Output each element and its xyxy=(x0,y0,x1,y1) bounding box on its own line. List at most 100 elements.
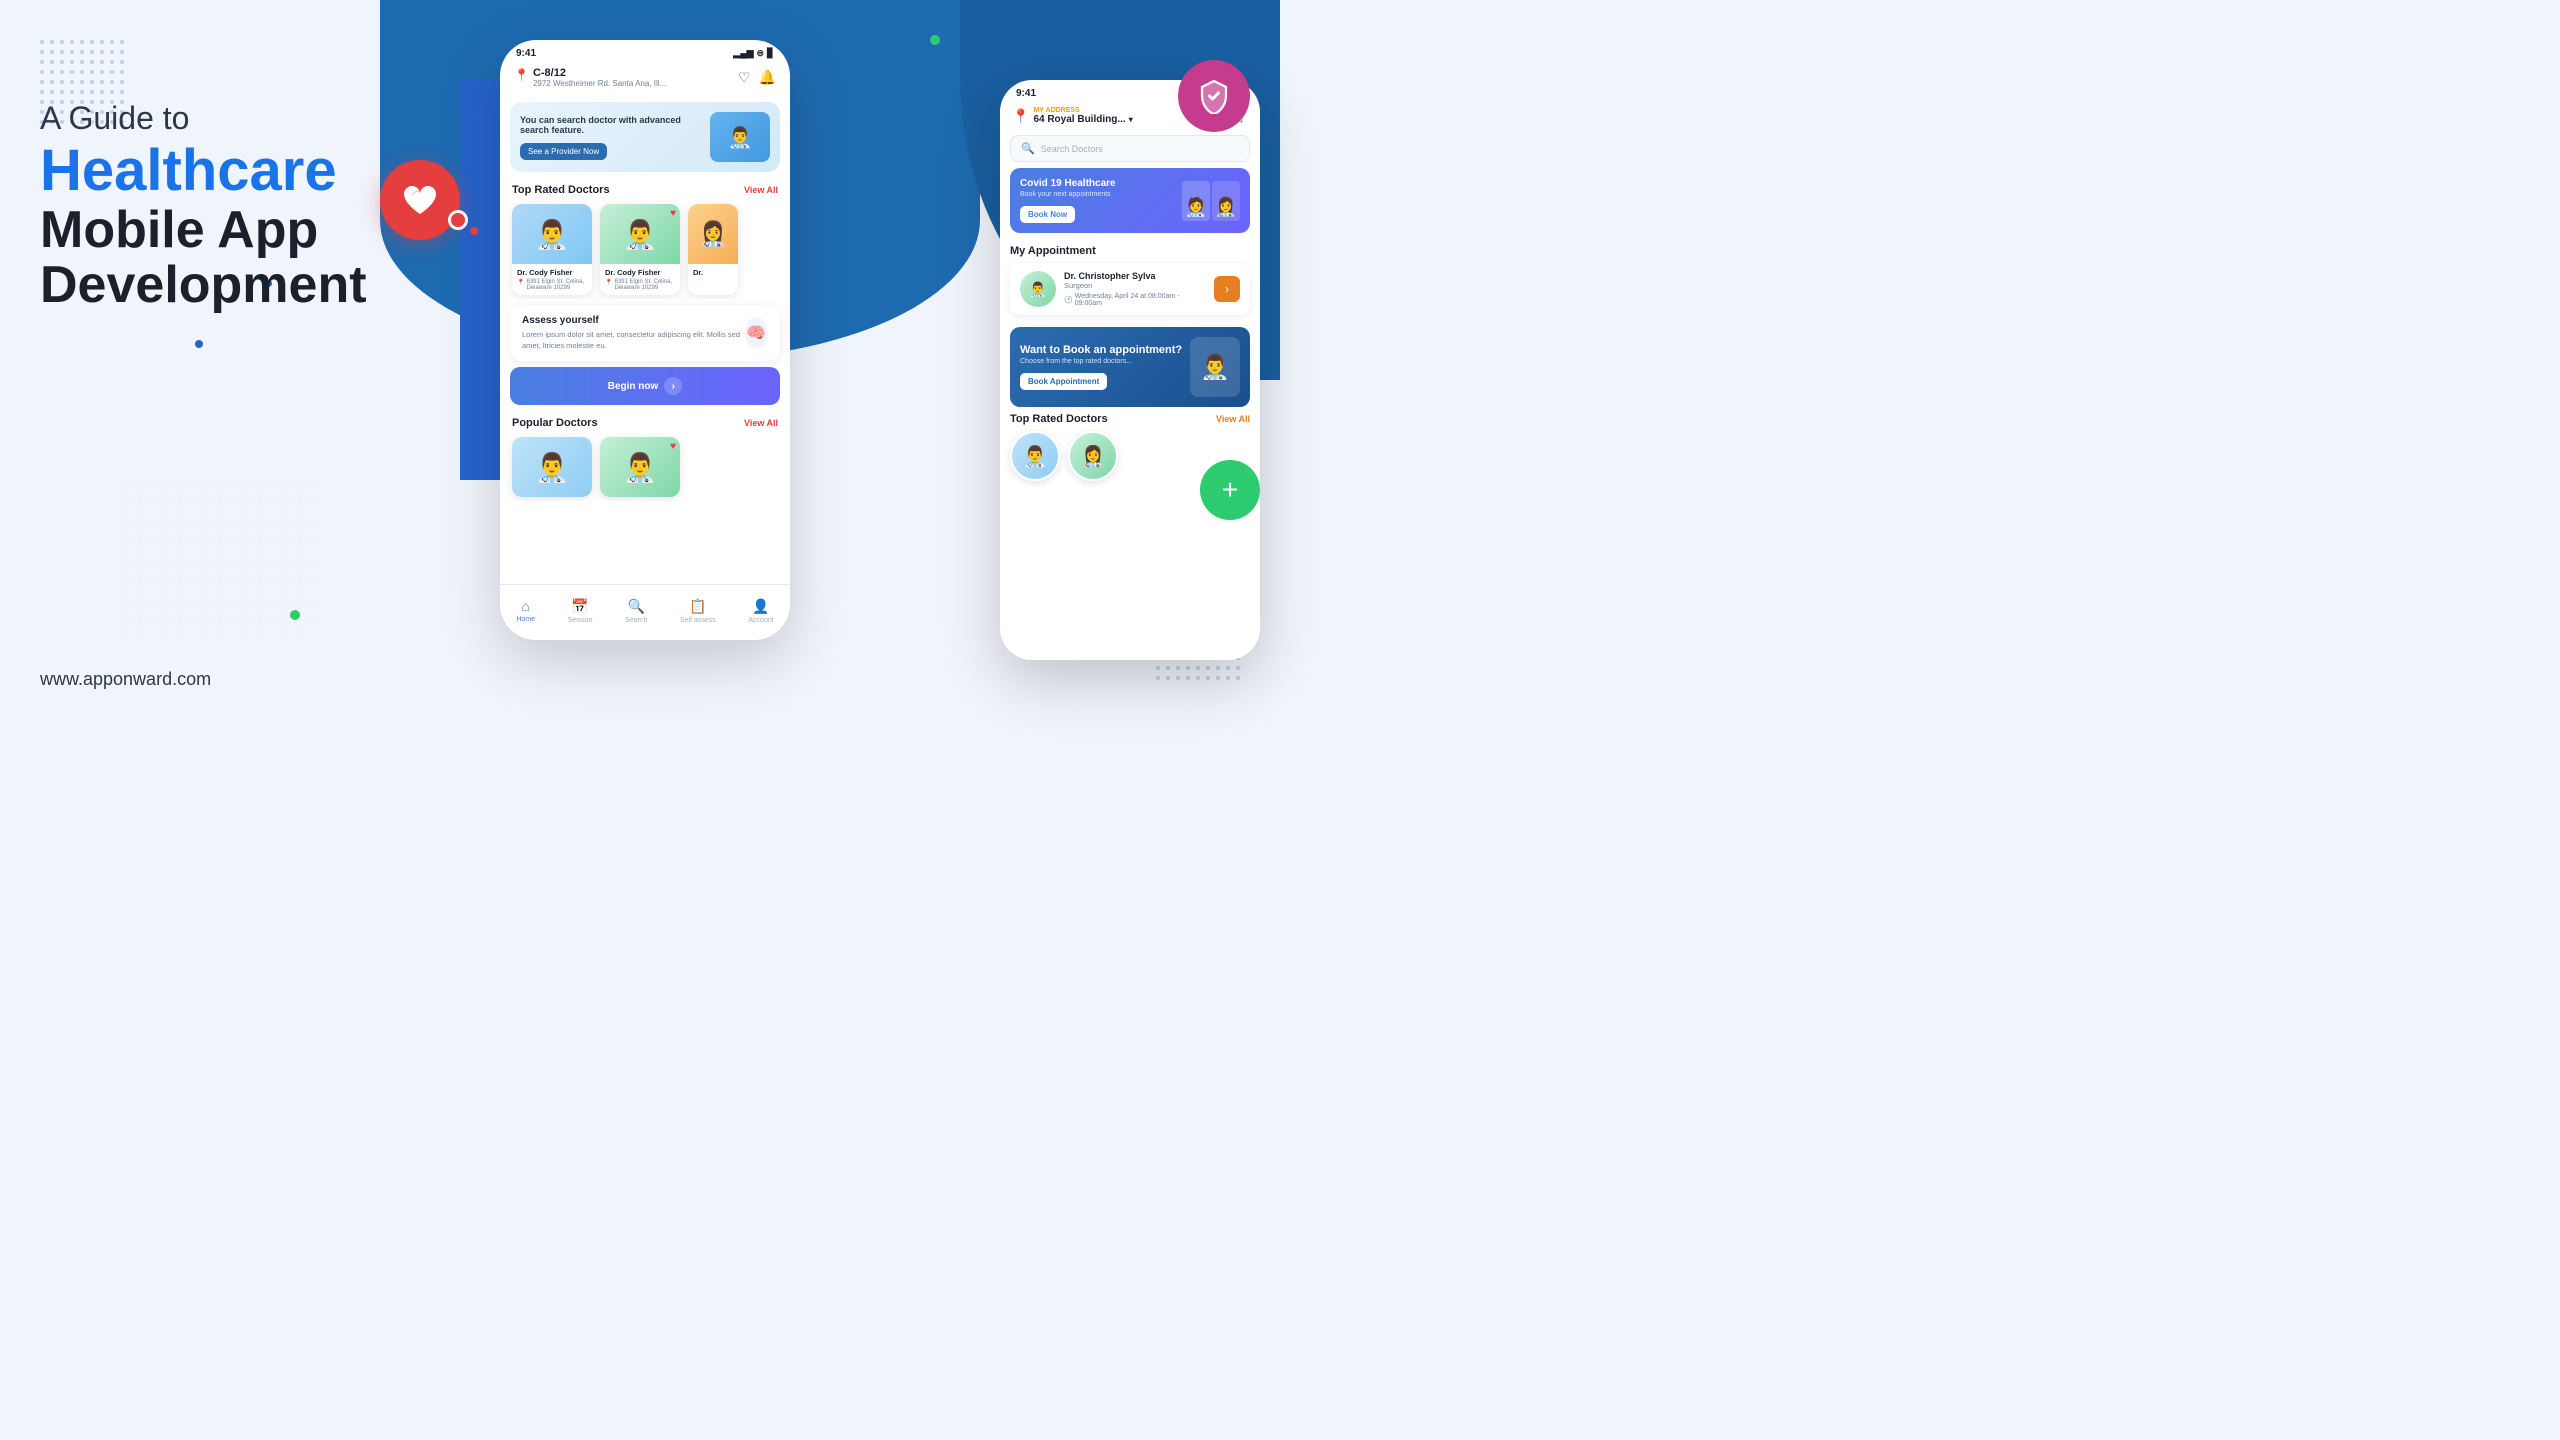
covid-text: Covid 19 Healthcare Book your next appoi… xyxy=(1020,178,1116,223)
location-info: 📍 C-8/12 2972 Westheimer Rd. Santa Ana, … xyxy=(514,67,666,88)
pin-icon-1: 📍 xyxy=(517,279,524,286)
search-icon: 🔍 xyxy=(1021,142,1035,155)
bell-icon[interactable]: 🔔 xyxy=(759,69,776,86)
doctor-img-1: 👨‍⚕️ ♡ xyxy=(512,204,592,264)
phone2-location: 📍 MY ADDRESS 64 Royal Building... ▾ xyxy=(1012,107,1133,125)
book-appt-sub: Choose from the top rated doctors... xyxy=(1020,358,1182,365)
doctor-card-3[interactable]: 👩‍⚕️ Dr. xyxy=(688,204,738,295)
tr-doctor-2[interactable]: 👩‍⚕️ xyxy=(1068,431,1118,481)
fav-icon-2[interactable]: ♥ xyxy=(670,208,676,219)
book-now-button[interactable]: Book Now xyxy=(1020,206,1075,223)
doctor-addr-1: 📍 6391 Elgin St. Celina, Delaware 10299 xyxy=(517,279,587,291)
appt-info: Dr. Christopher Sylva Surgeon 🕐 Wednesda… xyxy=(1064,271,1206,307)
nav-search-label: Search xyxy=(625,617,647,624)
assess-card: Assess yourself Lorem ipsum dolor sit am… xyxy=(510,305,780,361)
nav-home[interactable]: ⌂ Home xyxy=(516,598,535,623)
doctor-name-2: Dr. Cody Fisher xyxy=(605,268,675,277)
book-appointment-banner: Want to Book an appointment? Choose from… xyxy=(1010,327,1250,407)
banner-title: You can search doctor with advanced sear… xyxy=(520,115,702,135)
assess-desc: Lorem ipsum dolor sit amet, consectetur … xyxy=(522,330,745,351)
popular-doctors-row: 👨‍⚕️ ♡ 👨‍⚕️ ♥ xyxy=(500,433,790,501)
phones-container: 9:41 ▂▄▆ ⊜ ▊ 📍 C-8/12 2972 Westheimer Rd… xyxy=(460,0,1280,720)
search-bar[interactable]: 🔍 Search Doctors xyxy=(1010,135,1250,162)
phone1-bottom-nav: ⌂ Home 📅 Session 🔍 Search 📋 Self assess … xyxy=(500,584,790,640)
nav-search[interactable]: 🔍 Search xyxy=(625,598,647,624)
plus-icon[interactable]: + xyxy=(1200,460,1260,520)
chevron-down-icon: ▾ xyxy=(1129,115,1133,124)
tr-doctor-1[interactable]: 👨‍⚕️ xyxy=(1010,431,1060,481)
development-text: Development xyxy=(40,259,460,311)
heart-nav-icon[interactable]: ♡ xyxy=(738,69,751,86)
doctor-card-1[interactable]: 👨‍⚕️ ♡ Dr. Cody Fisher 📍 6391 Elgin St. … xyxy=(512,204,592,295)
top-rated-header: Top Rated Doctors View All xyxy=(500,178,790,200)
nav-self-assess[interactable]: 📋 Self assess xyxy=(680,598,716,624)
pop-fav-1[interactable]: ♡ xyxy=(579,441,588,452)
covid-figures: 🧑‍⚕️ 👩‍⚕️ xyxy=(1182,181,1240,221)
clock-icon: 🕐 xyxy=(1064,296,1073,304)
popular-card-2[interactable]: 👨‍⚕️ ♥ xyxy=(600,437,680,497)
phone1: 9:41 ▂▄▆ ⊜ ▊ 📍 C-8/12 2972 Westheimer Rd… xyxy=(500,40,790,640)
book-appt-text: Want to Book an appointment? Choose from… xyxy=(1020,344,1182,390)
doctor-img-3: 👩‍⚕️ xyxy=(688,204,738,264)
covid-figure-2: 👩‍⚕️ xyxy=(1212,181,1240,221)
heart-icon-circle xyxy=(380,160,460,240)
doctor-addr-2: 📍 6391 Elgin St. Celina, Delaware 10299 xyxy=(605,279,675,291)
nav-account-label: Account xyxy=(748,617,773,624)
covid-sub: Book your next appointments xyxy=(1020,191,1116,198)
assess-title: Assess yourself xyxy=(522,315,745,326)
doctor-info-1: Dr. Cody Fisher 📍 6391 Elgin St. Celina,… xyxy=(512,264,592,295)
covid-figure-1: 🧑‍⚕️ xyxy=(1182,181,1210,221)
pop-fav-2[interactable]: ♥ xyxy=(670,441,676,452)
phone1-banner: You can search doctor with advanced sear… xyxy=(510,102,780,172)
popular-img-1: 👨‍⚕️ ♡ xyxy=(512,437,592,497)
search-nav-icon: 🔍 xyxy=(628,598,645,615)
phone1-statusbar: 9:41 ▂▄▆ ⊜ ▊ xyxy=(500,40,790,63)
banner-image: 👨‍⚕️ xyxy=(710,112,770,162)
doctors-row: 👨‍⚕️ ♡ Dr. Cody Fisher 📍 6391 Elgin St. … xyxy=(500,200,790,299)
tr-title: Top Rated Doctors xyxy=(1010,413,1108,425)
nav-session-label: Session xyxy=(568,617,593,624)
phone2: 9:41 ▂▄▆ ⊜ ▊ 📍 MY ADDRESS 64 Royal Build… xyxy=(1000,80,1260,660)
popular-card-1[interactable]: 👨‍⚕️ ♡ xyxy=(512,437,592,497)
signal-icon: ▂▄▆ xyxy=(733,48,753,59)
popular-title: Popular Doctors xyxy=(512,417,598,429)
begin-btn-text: Begin now xyxy=(608,381,659,392)
nav-account[interactable]: 👤 Account xyxy=(748,598,773,624)
begin-now-button[interactable]: Begin now › xyxy=(510,367,780,405)
doctor-info-3: Dr. xyxy=(688,264,738,281)
doctor-name-3: Dr. xyxy=(693,268,733,277)
doctor-img-2: 👨‍⚕️ ♥ xyxy=(600,204,680,264)
account-icon: 👤 xyxy=(752,598,769,615)
covid-title: Covid 19 Healthcare xyxy=(1020,178,1116,189)
doctor-card-2[interactable]: 👨‍⚕️ ♥ Dr. Cody Fisher 📍 6391 Elgin St. … xyxy=(600,204,680,295)
green-dot-left xyxy=(195,340,203,348)
nav-session[interactable]: 📅 Session xyxy=(568,598,593,624)
phone1-header-icons: ♡ 🔔 xyxy=(738,69,776,86)
popular-img-2: 👨‍⚕️ ♥ xyxy=(600,437,680,497)
see-provider-button[interactable]: See a Provider Now xyxy=(520,143,607,160)
address-text: 64 Royal Building... xyxy=(1033,114,1125,125)
top-rated-view-all[interactable]: View All xyxy=(744,185,778,195)
assess-text: Assess yourself Lorem ipsum dolor sit am… xyxy=(522,315,745,351)
website-url: www.apponward.com xyxy=(40,669,211,690)
appointment-section: My Appointment 👨‍⚕️ Dr. Christopher Sylv… xyxy=(1000,239,1260,321)
appt-title: My Appointment xyxy=(1010,245,1250,257)
wifi-icon: ⊜ xyxy=(757,48,765,59)
appt-doctor-role: Surgeon xyxy=(1064,281,1206,290)
arrow-icon: › xyxy=(664,377,682,395)
fav-icon-1[interactable]: ♡ xyxy=(579,208,588,219)
appt-card[interactable]: 👨‍⚕️ Dr. Christopher Sylva Surgeon 🕐 Wed… xyxy=(1010,263,1250,315)
address-dropdown[interactable]: 64 Royal Building... ▾ xyxy=(1033,114,1132,125)
doctor-name-1: Dr. Cody Fisher xyxy=(517,268,587,277)
nav-self-assess-label: Self assess xyxy=(680,617,716,624)
appt-arrow[interactable]: › xyxy=(1214,276,1240,302)
appt-avatar: 👨‍⚕️ xyxy=(1020,271,1056,307)
banner-text-area: You can search doctor with advanced sear… xyxy=(520,115,702,160)
phone1-header: 📍 C-8/12 2972 Westheimer Rd. Santa Ana, … xyxy=(500,63,790,96)
address-main: C-8/12 xyxy=(533,67,666,79)
guide-text: A Guide to xyxy=(40,100,460,137)
phone2-time: 9:41 xyxy=(1016,88,1036,99)
popular-view-all[interactable]: View All xyxy=(744,418,778,428)
tr-view-all[interactable]: View All xyxy=(1216,414,1250,424)
book-appointment-button[interactable]: Book Appointment xyxy=(1020,373,1107,390)
